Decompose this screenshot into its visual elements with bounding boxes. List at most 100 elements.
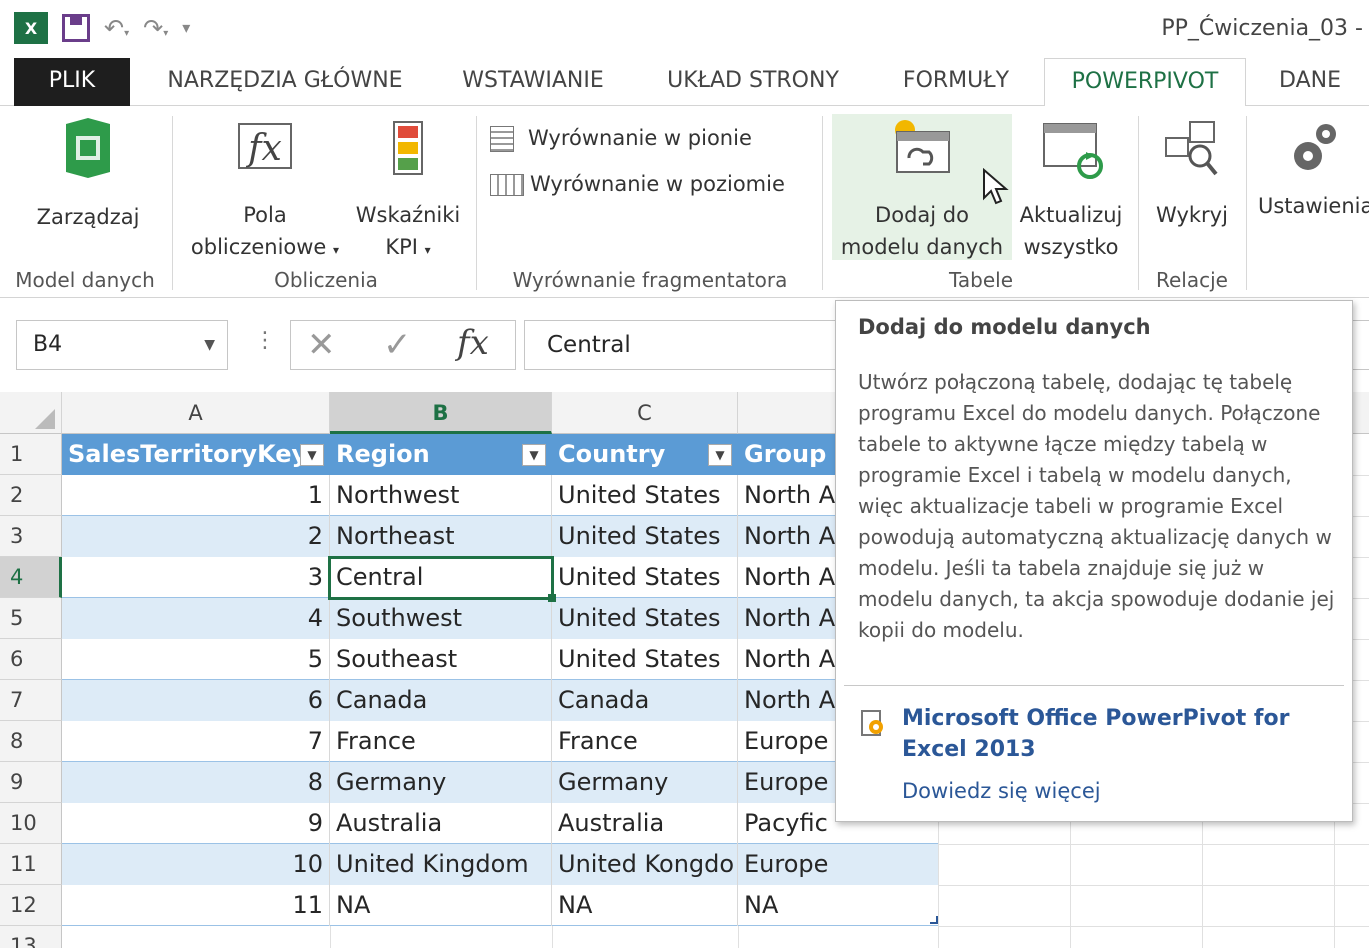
table-cell-region[interactable]: Germany	[330, 762, 552, 803]
redo-icon[interactable]: ↷▾	[143, 16, 168, 40]
table-cell-country[interactable]: United States	[552, 516, 738, 557]
table-cell-country[interactable]: France	[552, 721, 738, 762]
row-header[interactable]: 6	[0, 639, 62, 680]
table-row: 11 NA NA NA	[62, 885, 938, 926]
align-horizontal-button[interactable]: Wyrównanie w poziomie	[490, 168, 785, 200]
table-cell-country[interactable]: United States	[552, 557, 738, 598]
table-cell-key[interactable]: 2	[62, 516, 330, 557]
tab-insert[interactable]: WSTAWIANIE	[450, 58, 616, 106]
enter-icon[interactable]: ✓	[383, 325, 412, 365]
table-header-cell[interactable]: SalesTerritoryKey	[62, 434, 330, 475]
table-cell-key[interactable]: 11	[62, 885, 330, 926]
table-cell-key[interactable]: 8	[62, 762, 330, 803]
gridline	[938, 926, 1369, 927]
table-header-cell[interactable]: Region	[330, 434, 552, 475]
excel-logo-icon[interactable]: X	[14, 12, 48, 44]
row-header[interactable]: 2	[0, 475, 62, 516]
table-cell-country[interactable]: United States	[552, 475, 738, 516]
table-cell-country[interactable]: United States	[552, 598, 738, 639]
help-link-title[interactable]: Microsoft Office PowerPivot for Excel 20…	[902, 703, 1342, 765]
filter-dropdown-icon[interactable]: ▼	[300, 444, 324, 466]
undo-icon[interactable]: ↶▾	[104, 16, 129, 40]
customize-qat-icon[interactable]: ▾	[182, 20, 190, 36]
kpi-button[interactable]: Wskaźniki KPI ▾	[350, 116, 466, 266]
tab-page-layout[interactable]: UKŁAD STRONY	[655, 58, 851, 106]
table-cell-country[interactable]: Germany	[552, 762, 738, 803]
function-icon: fx	[238, 123, 292, 169]
save-icon[interactable]	[62, 14, 90, 42]
filter-dropdown-icon[interactable]: ▼	[522, 444, 546, 466]
table-cell-country[interactable]: Canada	[552, 680, 738, 721]
row-header[interactable]: 12	[0, 885, 62, 926]
row-header[interactable]: 8	[0, 721, 62, 762]
calculated-fields-button[interactable]: fx Pola obliczeniowe ▾	[180, 116, 350, 266]
row-header[interactable]: 9	[0, 762, 62, 803]
filter-dropdown-icon[interactable]: ▼	[708, 444, 732, 466]
row-header[interactable]: 3	[0, 516, 62, 557]
row-header[interactable]: 13	[0, 926, 62, 948]
column-header-b[interactable]: B	[330, 392, 552, 434]
table-cell-country[interactable]: NA	[552, 885, 738, 926]
column-header-a[interactable]: A	[62, 392, 330, 434]
row-header[interactable]: 11	[0, 844, 62, 885]
table-cell-key[interactable]: 3	[62, 557, 330, 598]
row-header[interactable]: 7	[0, 680, 62, 721]
table-cell-country[interactable]: United Kongdo	[552, 844, 738, 885]
table-cell-region[interactable]: Northeast	[330, 516, 552, 557]
select-all-corner[interactable]	[0, 392, 62, 434]
table-cell-region[interactable]: United Kingdom	[330, 844, 552, 885]
tab-home[interactable]: NARZĘDZIA GŁÓWNE	[150, 58, 420, 106]
row-header[interactable]: 10	[0, 803, 62, 844]
svg-text:fx: fx	[245, 128, 282, 169]
table-cell-key[interactable]: 1	[62, 475, 330, 516]
group-label-relations: Relacje	[1156, 268, 1228, 292]
tab-powerpivot[interactable]: POWERPIVOT	[1044, 58, 1246, 107]
table-cell-region[interactable]: France	[330, 721, 552, 762]
insert-function-icon[interactable]: fx	[457, 323, 489, 363]
table-resize-handle[interactable]	[930, 916, 938, 924]
kpi-icon	[393, 121, 423, 175]
tooltip-title: Dodaj do modelu danych	[858, 315, 1151, 339]
table-cell-group[interactable]: NA	[738, 885, 938, 926]
table-cell-key[interactable]: 5	[62, 639, 330, 680]
table-cell-key[interactable]: 9	[62, 803, 330, 844]
learn-more-link[interactable]: Dowiedz się więcej	[902, 779, 1101, 803]
table-cell-region[interactable]: Southwest	[330, 598, 552, 639]
row-header[interactable]: 1	[0, 434, 62, 475]
table-cell-key[interactable]: 4	[62, 598, 330, 639]
table-cell-group[interactable]: Europe	[738, 844, 938, 885]
row-header[interactable]: 5	[0, 598, 62, 639]
table-cell-region[interactable]: NA	[330, 885, 552, 926]
table-cell-region[interactable]: Southeast	[330, 639, 552, 680]
tab-formulas[interactable]: FORMUŁY	[888, 58, 1024, 106]
settings-button[interactable]: Ustawienia	[1256, 116, 1369, 222]
tab-file[interactable]: PLIK	[14, 58, 130, 106]
tab-data[interactable]: DANE	[1262, 58, 1358, 106]
gridline	[330, 926, 331, 948]
formula-buttons: ✕ ✓ fx	[290, 320, 516, 370]
row-header[interactable]: 4	[0, 557, 62, 598]
update-all-button[interactable]: Aktualizuj wszystko	[1014, 116, 1128, 263]
chevron-down-icon[interactable]: ▼	[204, 321, 215, 369]
table-cell-country[interactable]: Australia	[552, 803, 738, 844]
gridline	[738, 926, 739, 948]
ribbon-separator	[1246, 116, 1247, 290]
table-row: 4 Southwest United States North A	[62, 598, 938, 639]
align-vertical-button[interactable]: Wyrównanie w pionie	[490, 122, 752, 154]
table-row: 6 Canada Canada North A	[62, 680, 938, 721]
detect-button[interactable]: Wykryj	[1146, 116, 1238, 231]
fill-handle[interactable]	[548, 594, 556, 602]
table-cell-region[interactable]: Australia	[330, 803, 552, 844]
table-cell-country[interactable]: United States	[552, 639, 738, 680]
help-document-icon	[861, 710, 883, 736]
table-cell-region[interactable]: Northwest	[330, 475, 552, 516]
cancel-icon[interactable]: ✕	[307, 325, 336, 365]
table-cell-key[interactable]: 7	[62, 721, 330, 762]
name-box[interactable]: B4 ▼	[16, 320, 228, 370]
manage-button[interactable]: Zarządzaj	[20, 116, 156, 233]
column-header-c[interactable]: C	[552, 392, 738, 434]
align-horizontal-icon	[490, 174, 524, 196]
table-cell-key[interactable]: 6	[62, 680, 330, 721]
table-cell-region[interactable]: Canada	[330, 680, 552, 721]
table-cell-key[interactable]: 10	[62, 844, 330, 885]
